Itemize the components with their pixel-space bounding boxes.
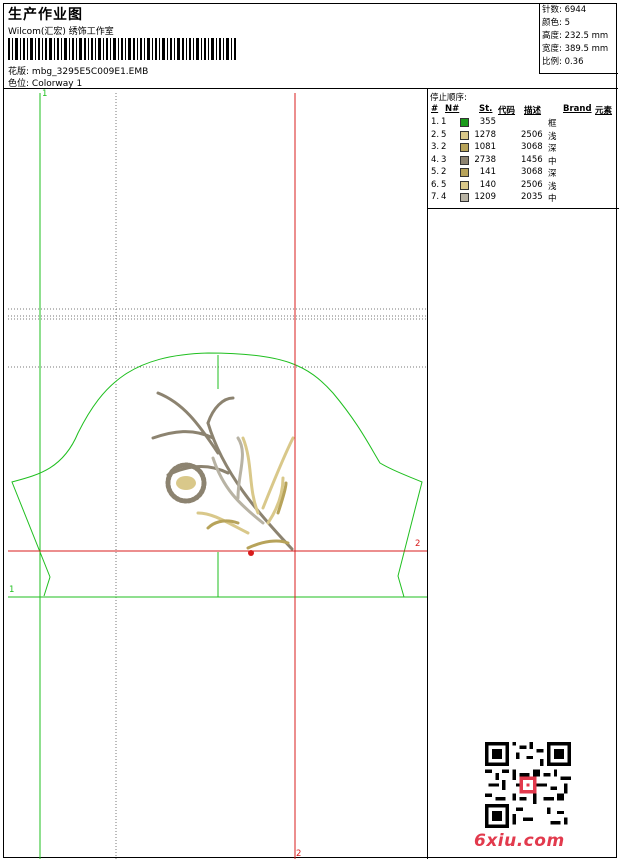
- row-needle: 1: [441, 117, 447, 127]
- table-row: 5. 2 141 3068 深: [428, 167, 619, 179]
- row-stitches: 355: [479, 117, 496, 127]
- table-row: 4. 3 2738 1456 中: [428, 155, 619, 167]
- color-swatch: [460, 130, 469, 140]
- color-swatch: [460, 155, 469, 165]
- row-code: 1456: [521, 154, 543, 165]
- row-needle: 5: [441, 179, 447, 190]
- watermark-site: 6xiu.com: [474, 831, 565, 851]
- header-stitches: St.: [479, 104, 493, 114]
- row-description: 深: [548, 144, 557, 154]
- color-swatch: [460, 193, 469, 202]
- table-row: 6. 5 140 2506 浅: [428, 180, 619, 192]
- row-needle: 3: [441, 154, 447, 165]
- row-needle: 2: [441, 167, 447, 177]
- row-description: 框: [548, 119, 557, 129]
- header-brand: Brand: [563, 104, 592, 114]
- design-info: 针数: 6944 颜色: 5 高度: 232.5 mm 宽度: 389.5 mm…: [539, 4, 618, 74]
- barcode: [8, 38, 236, 60]
- embroidery-motif: [151, 391, 295, 556]
- row-index: 3.: [431, 142, 440, 152]
- qr-code: [485, 742, 571, 828]
- row-index: 7.: [431, 192, 440, 202]
- sleeve-outline: [11, 352, 423, 598]
- design-height: 高度: 232.5 mm: [542, 31, 609, 41]
- table-row: 1. 1 355 框: [428, 117, 619, 129]
- row-code: 2035: [521, 192, 543, 202]
- row-stitches: 1081: [474, 142, 496, 152]
- row-needle: 5: [441, 129, 447, 140]
- row-description: 中: [548, 194, 557, 204]
- stop-sequence-title: 停止顺序:: [430, 93, 467, 103]
- marker-red-right: 2: [415, 539, 421, 549]
- color-count: 颜色: 5: [542, 18, 570, 28]
- sheet-header: 生产作业图 Wilcom(汇宏) 绣饰工作室 花版: mbg_3295E5C00…: [4, 4, 618, 89]
- row-index: 5.: [431, 167, 440, 177]
- design-width: 宽度: 389.5 mm: [542, 44, 609, 54]
- row-description: 中: [548, 156, 557, 167]
- color-swatch: [460, 168, 469, 177]
- table-header: # N# St. 代码 描述 Brand 元素: [428, 104, 619, 116]
- row-needle: 2: [441, 142, 447, 152]
- row-needle: 4: [441, 192, 447, 202]
- side-panel: 停止顺序: # N# St. 代码 描述 Brand 元素 1. 1 355 框 2. 5…: [427, 89, 619, 859]
- row-stitches: 2738: [474, 154, 496, 165]
- marker-green-left: 1: [9, 585, 15, 595]
- row-description: 深: [548, 169, 557, 179]
- design-scale: 比例: 0.36: [542, 57, 584, 67]
- colorway: 色位: Colorway 1: [8, 76, 82, 89]
- row-code: 3068: [521, 142, 543, 152]
- row-index: 4.: [431, 154, 440, 165]
- stop-sequence-table: 停止顺序: # N# St. 代码 描述 Brand 元素 1. 1 355 框 2. 5…: [428, 89, 619, 209]
- color-swatch: [460, 143, 469, 152]
- table-row: 7. 4 1209 2035 中: [428, 192, 619, 204]
- row-stitches: 1209: [474, 192, 496, 202]
- header-needle: N#: [445, 104, 460, 114]
- row-code: 2506: [521, 129, 543, 140]
- row-stitches: 141: [479, 167, 496, 177]
- header-code: 代码: [498, 106, 516, 116]
- sheet-title: 生产作业图: [8, 7, 83, 23]
- color-swatch: [460, 118, 469, 127]
- row-description: 浅: [548, 181, 557, 192]
- production-sheet: 生产作业图 Wilcom(汇宏) 绣饰工作室 花版: mbg_3295E5C00…: [3, 3, 619, 859]
- row-code: 3068: [521, 167, 543, 177]
- colorway-value: Colorway 1: [31, 79, 83, 89]
- row-index: 6.: [431, 179, 440, 190]
- header-index: #: [431, 104, 439, 114]
- colorway-label: 色位:: [8, 79, 30, 89]
- row-stitches: 140: [479, 179, 496, 190]
- color-swatch: [460, 180, 469, 190]
- marker-green-top: 1: [42, 89, 48, 99]
- row-description: 浅: [548, 131, 557, 142]
- table-row: 2. 5 1278 2506 浅: [428, 130, 619, 142]
- row-index: 2.: [431, 129, 440, 140]
- header-element: 元素: [595, 106, 613, 116]
- company-name: Wilcom(汇宏) 绣饰工作室: [8, 27, 114, 37]
- table-row: 3. 2 1081 3068 深: [428, 142, 619, 154]
- design-canvas: [8, 93, 428, 859]
- marker-red-bottom: 2: [296, 849, 302, 859]
- row-code: 2506: [521, 179, 543, 190]
- stitch-count: 针数: 6944: [542, 5, 587, 15]
- header-description: 描述: [524, 106, 542, 116]
- row-stitches: 1278: [474, 129, 496, 140]
- row-index: 1.: [431, 117, 440, 127]
